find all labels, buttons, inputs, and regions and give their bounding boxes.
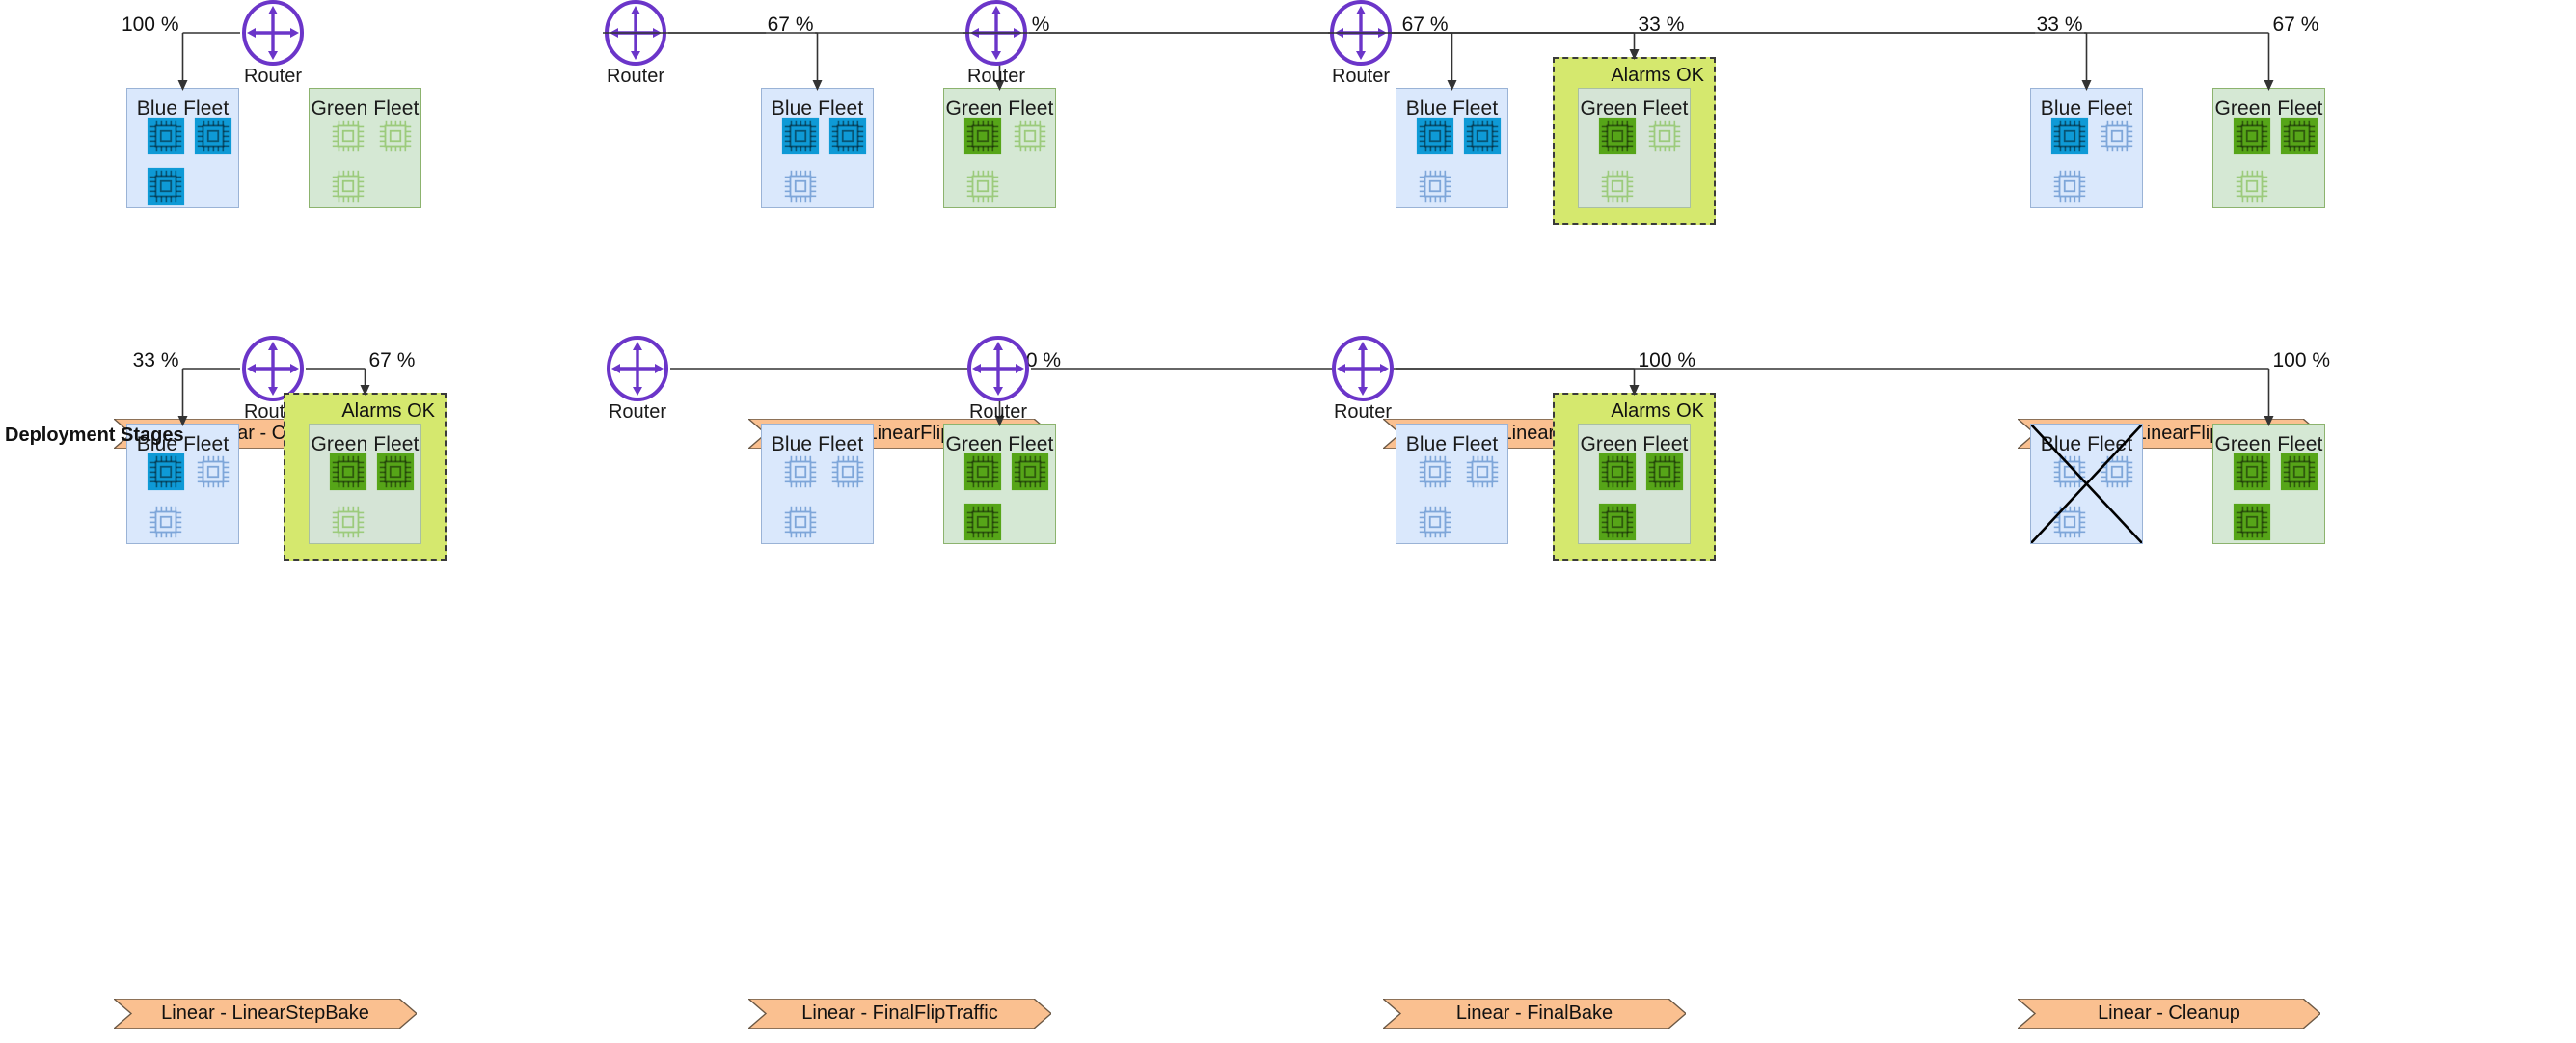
traffic-edge xyxy=(306,368,370,396)
green-traffic-percent: 67 % xyxy=(2270,14,2321,37)
router-label: Router xyxy=(968,401,1028,423)
stage-banner-label: Linear - Cleanup xyxy=(2098,1002,2240,1024)
green-fleet-box: Green Fleet xyxy=(309,88,421,208)
blue-traffic-percent: 100 % xyxy=(119,14,181,37)
instance-chip-icon xyxy=(328,166,368,206)
deployment-stages-label: Deployment Stages xyxy=(5,425,184,446)
stage-banner: Linear - FinalFlipTraffic xyxy=(748,999,1051,1029)
green-traffic-percent: 100 % xyxy=(2270,349,2333,372)
deployment-stages-diagram: Router Blue Fleet 100 % Green Fleet Linear… xyxy=(0,0,2576,1043)
stage-banner-label: Linear - FinalFlipTraffic xyxy=(801,1002,998,1024)
green-traffic-percent: 67 % xyxy=(366,349,418,372)
stage-panel-stage-1: Router Blue Fleet 100 % Green Fleet xyxy=(0,0,635,336)
stage-banner: Linear - FinalBake xyxy=(1383,999,1686,1029)
router-node: Router xyxy=(965,336,1031,423)
router-icon xyxy=(965,336,1031,401)
traffic-edge xyxy=(1394,32,2274,91)
traffic-edge xyxy=(668,32,1005,91)
fleet-instances xyxy=(310,120,420,206)
instance-chip-icon xyxy=(328,116,368,156)
stage-banner: Linear - Cleanup xyxy=(2018,999,2320,1029)
stage-panel-stage-4: Router Blue Fleet 33 % Green Fleet 67 % xyxy=(1328,0,2538,336)
stage-panel-stage-8: Router Blue Fleet Green Fleet 100 % xyxy=(1332,336,2538,672)
router-label: Router xyxy=(1331,66,1391,87)
router-icon xyxy=(1330,336,1396,401)
router-label: Router xyxy=(966,66,1026,87)
router-node: Router xyxy=(1330,336,1396,423)
stage-banner-label: Linear - LinearStepBake xyxy=(161,1002,369,1024)
traffic-edge xyxy=(670,368,1005,426)
stage-banner-label: Linear - FinalBake xyxy=(1455,1002,1613,1024)
instance-chip-icon xyxy=(375,116,416,156)
stage-panel-stage-2: Router Blue Fleet 67 % Green Fleet 33 % xyxy=(603,0,1269,336)
stage-panel-stage-5: Router Blue Fleet 33 % Alarms OK Green Flee… xyxy=(0,336,635,672)
traffic-edge xyxy=(1396,368,2274,426)
router-label: Router xyxy=(1333,401,1393,423)
stage-panel-stage-6: Router Blue Fleet Green Fleet 100 % xyxy=(607,336,1269,672)
stage-banner: Linear - LinearStepBake xyxy=(114,999,417,1029)
